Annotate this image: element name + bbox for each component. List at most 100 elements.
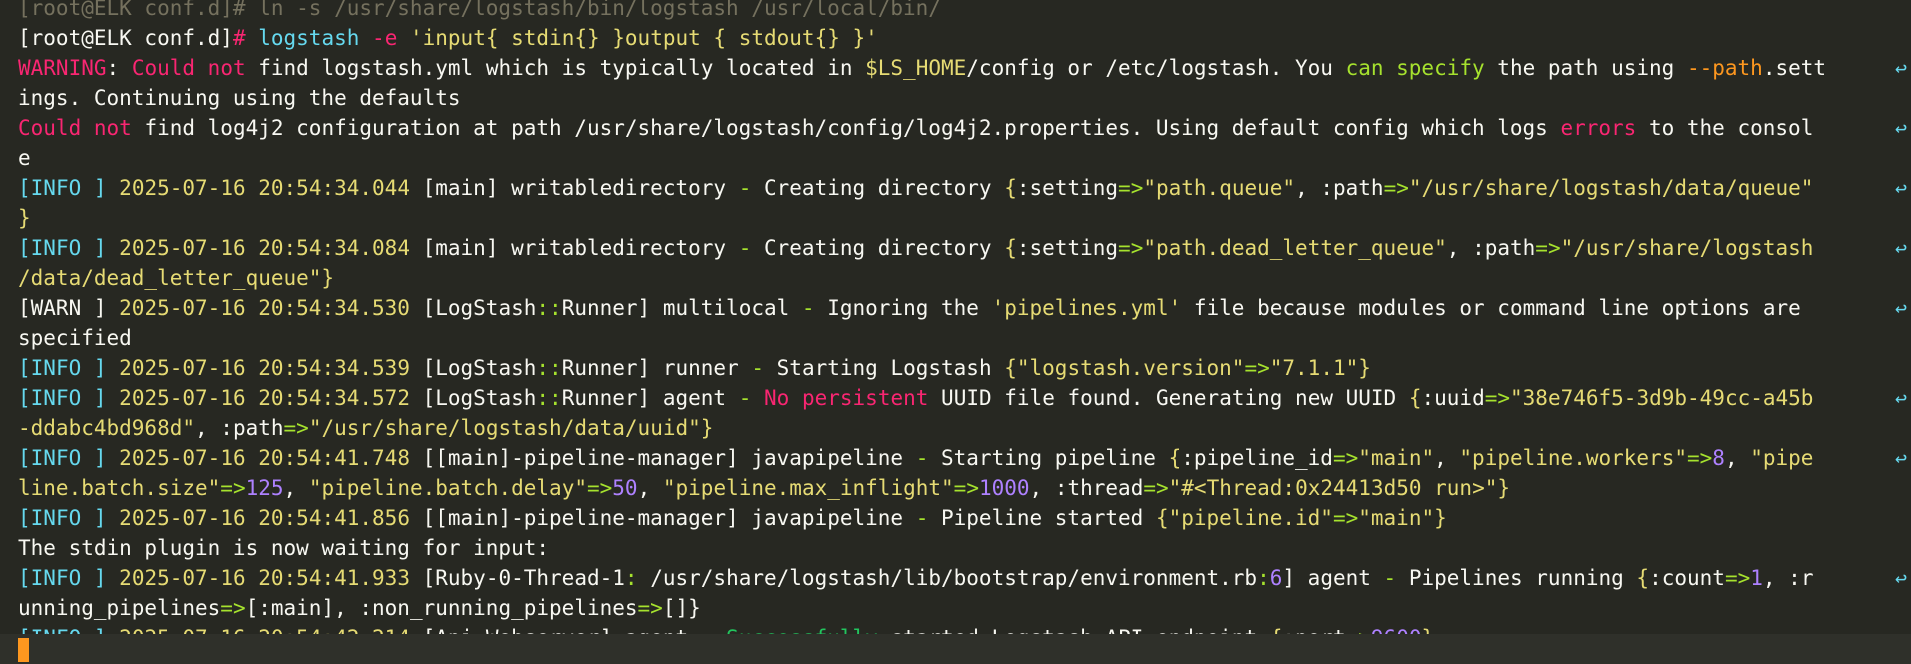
terminal-text-segment: [:main], :non_running_pipelines	[245, 596, 638, 620]
terminal-text-segment: ,	[1434, 446, 1460, 470]
terminal-text-segment: [main] writabledirectory	[409, 236, 739, 260]
terminal-text-segment: :	[106, 56, 132, 80]
terminal-text-segment: [	[18, 236, 31, 260]
terminal-text-segment: {	[1408, 386, 1422, 410]
line-wrap-icon: ↩	[1894, 296, 1908, 320]
terminal-line: /data/dead_letter_queue"}	[18, 263, 1888, 293]
terminal-text-segment: [WARN ]	[18, 296, 120, 320]
line-wrap-icon: ↩	[1894, 116, 1908, 140]
terminal-text-segment: WARNING	[18, 56, 107, 80]
terminal-text-segment: {"pipeline.id"	[1155, 506, 1333, 530]
terminal-line: [INFO ] 2025-07-16 20:54:41.748 [[main]-…	[18, 443, 1888, 473]
terminal-text-segment: =>	[1332, 446, 1359, 470]
terminal-text-segment: [main] writabledirectory	[409, 176, 739, 200]
terminal-text-segment: , :r	[1762, 566, 1814, 590]
terminal-text-segment: "path.queue"	[1143, 176, 1296, 200]
terminal-text-segment: INFO	[30, 566, 82, 590]
terminal-text-segment: logstash	[258, 26, 360, 50]
terminal-text-segment: 2025-07-16 20:54:34.539	[119, 356, 410, 380]
terminal-text-segment: Pipeline started	[928, 506, 1156, 530]
terminal-text-segment: =>	[220, 476, 246, 500]
terminal-text-segment: =>	[1686, 446, 1713, 470]
terminal-text-segment: :	[624, 566, 638, 590]
terminal-text-segment: 50	[612, 476, 638, 500]
terminal-line: [WARN ] 2025-07-16 20:54:34.530 [LogStas…	[18, 293, 1888, 323]
terminal-line: [root@ELK conf.d]# logstash -e 'input{ s…	[18, 23, 1888, 53]
terminal-text-segment: unning_pipelines	[18, 596, 221, 620]
terminal-text-segment: "7.1.1"}	[1269, 356, 1371, 380]
terminal-text-segment: =>	[1244, 356, 1270, 380]
terminal-text-segment: -ddabc4bd968d"	[18, 416, 196, 440]
terminal-text-segment: ings. Continuing using the defaults	[18, 86, 461, 110]
terminal-text-segment: 2025-07-16 20:54:34.572	[119, 386, 410, 410]
terminal-line: Could not find log4j2 configuration at p…	[18, 113, 1888, 143]
terminal-text-segment: INFO	[30, 386, 82, 410]
terminal-text-segment: "pipeline.workers"	[1459, 446, 1687, 470]
terminal-line: [INFO ] 2025-07-16 20:54:34.044 [main] w…	[18, 173, 1888, 203]
terminal-text-segment: {	[1168, 446, 1182, 470]
terminal-text-segment: file because modules or command line opt…	[1181, 296, 1801, 320]
terminal-text-segment: :setting	[1016, 176, 1119, 200]
terminal-text-segment: find logstash.yml which is typically loc…	[245, 56, 866, 80]
terminal-text-segment: "/usr/share/logstash/data/queue"	[1408, 176, 1814, 200]
terminal-text-segment: [Ruby-0-Thread-1	[409, 566, 625, 590]
terminal-text-segment: =>	[586, 476, 613, 500]
terminal-text-segment: =>	[1118, 176, 1144, 200]
terminal-text-segment: Creating directory	[751, 236, 1005, 260]
terminal-text-segment: -	[751, 356, 765, 380]
terminal-text-segment: 2025-07-16 20:54:41.856	[119, 506, 410, 530]
terminal-text-segment: "pipe	[1750, 446, 1814, 470]
terminal-line: [root@ELK conf.d]# ln -s /usr/share/logs…	[18, 0, 1888, 23]
text-cursor	[18, 638, 29, 662]
terminal-text-segment: =>	[1535, 236, 1561, 260]
terminal-text-segment: UUID file found. Generating new UUID	[928, 386, 1409, 410]
terminal-text-segment: INFO	[30, 356, 82, 380]
terminal-text-segment: "38e746f5-3d9b-49cc-a45b	[1510, 386, 1814, 410]
terminal-text-segment: , :path	[1446, 236, 1536, 260]
terminal-text-segment: 1	[1750, 566, 1763, 590]
terminal-text-segment: :uuid	[1421, 386, 1485, 410]
terminal-text-segment: [	[18, 506, 31, 530]
terminal-text-segment: -	[915, 446, 929, 470]
terminal-text-segment: "pipeline.max_inflight"	[662, 476, 954, 500]
terminal-text-segment: =>	[1724, 566, 1751, 590]
terminal-text-segment: The stdin plugin is now waiting for inpu…	[18, 536, 550, 560]
terminal-text-segment: -	[738, 176, 752, 200]
line-wrap-icon: ↩	[1894, 176, 1908, 200]
terminal-text-segment: {	[1004, 176, 1017, 200]
terminal-text-segment: -e	[372, 26, 398, 50]
terminal-line: [INFO ] 2025-07-16 20:54:34.084 [main] w…	[18, 233, 1888, 263]
terminal-text-segment: Runner] multilocal	[561, 296, 802, 320]
terminal-text-segment: .sett	[1762, 56, 1827, 80]
terminal-text-segment: INFO	[30, 446, 82, 470]
terminal-text-segment: :setting	[1016, 236, 1119, 260]
terminal-text-segment: "/usr/share/logstash	[1560, 236, 1814, 260]
terminal-text-segment: [	[18, 446, 31, 470]
terminal-text-segment: -	[915, 506, 929, 530]
terminal-text-segment: =>	[637, 596, 663, 620]
terminal-text-segment: 2025-07-16 20:54:41.933	[119, 566, 410, 590]
terminal-text-segment: ::	[536, 386, 562, 410]
terminal-text-segment: -	[738, 236, 752, 260]
terminal-text-segment: {	[1004, 236, 1017, 260]
terminal-line: specified	[18, 323, 1888, 353]
terminal-line: }	[18, 203, 1888, 233]
terminal-text-segment: ]	[81, 386, 120, 410]
terminal-text-segment: Could not	[131, 56, 246, 80]
terminal-window[interactable]: [root@ELK conf.d]# ln -s /usr/share/logs…	[0, 0, 1911, 664]
terminal-text-segment: Starting Logstash	[764, 356, 1005, 380]
terminal-text-segment: =>	[1118, 236, 1144, 260]
terminal-text-segment: 2025-07-16 20:54:34.084	[119, 236, 410, 260]
terminal-text-segment: :count	[1649, 566, 1725, 590]
terminal-text-segment: "pipeline.batch.delay"	[308, 476, 587, 500]
terminal-text-segment: INFO	[30, 236, 82, 260]
terminal-line: unning_pipelines =>[:main], :non_running_…	[18, 593, 1888, 623]
terminal-line: WARNING: Could not find logstash.yml whi…	[18, 53, 1888, 83]
terminal-text-segment: ]	[81, 446, 120, 470]
terminal-text-segment: ::	[536, 296, 562, 320]
terminal-text-segment: line.batch.size"	[18, 476, 221, 500]
terminal-text-segment: =>	[1383, 176, 1409, 200]
terminal-text-segment: Creating directory	[751, 176, 1005, 200]
terminal-text-segment: 1000	[978, 476, 1030, 500]
current-input-line[interactable]	[0, 634, 1911, 664]
